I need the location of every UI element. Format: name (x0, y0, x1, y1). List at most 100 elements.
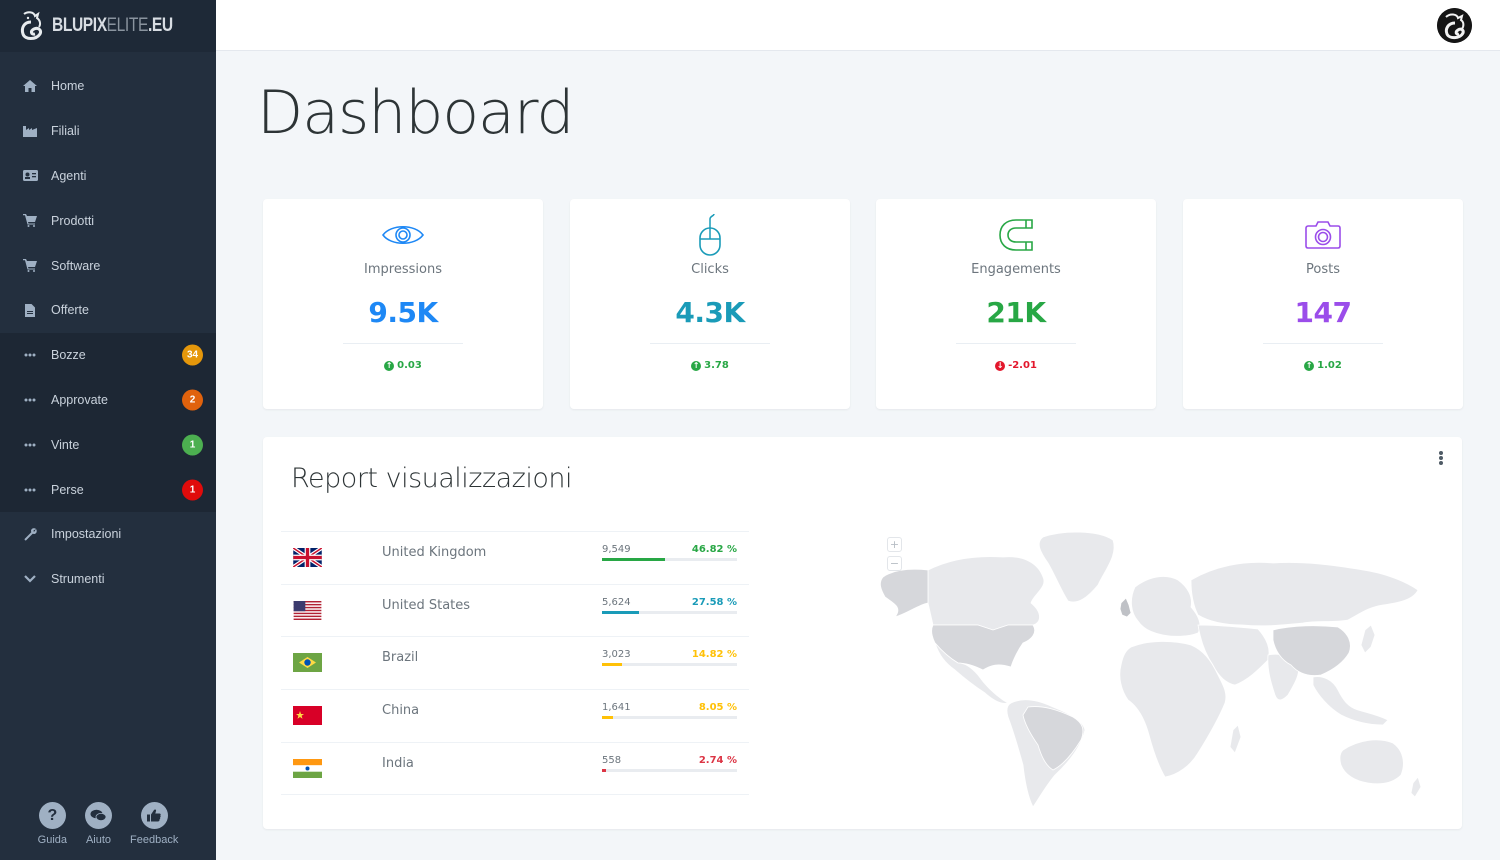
question-icon: ? (38, 802, 66, 829)
map-zoom-in-button[interactable]: + (887, 537, 902, 552)
country-count: 9,549 (602, 544, 631, 555)
sidebar-item-label: Approvate (51, 392, 108, 407)
sidebar-group-offerte: Bozze 34 Approvate 2 Vinte 1 Perse 1 (0, 332, 216, 512)
stat-value: 4.3K (675, 296, 745, 329)
dragon-logo-icon (1437, 8, 1472, 43)
flag-china-icon (293, 706, 322, 726)
delta-value: 0.03 (397, 360, 422, 371)
sidebar-item-label: Prodotti (51, 213, 95, 228)
country-percent: 27.58 % (691, 596, 737, 608)
country-name: Brazil (382, 650, 419, 666)
map-alaska (879, 568, 929, 618)
stat-delta: ↓ -2.01 (876, 360, 1156, 371)
brand-logo[interactable]: BLUPIXELITE.EU (0, 0, 216, 52)
feedback-label: Feedback (130, 834, 179, 846)
flag-uk-icon (293, 548, 322, 567)
stat-value: 147 (1294, 296, 1352, 329)
flag-us-icon (293, 600, 322, 620)
progress-fill (602, 663, 622, 667)
guida-button[interactable]: ? Guida (38, 802, 67, 846)
sidebar-item-label: Vinte (51, 437, 80, 452)
report-card: Report visualizzazioni United Kingdom 9,… (263, 437, 1462, 829)
table-row: China 1,641 8.05 % (281, 690, 749, 743)
stat-delta: ↑ 1.02 (1183, 360, 1463, 371)
country-count: 3,023 (602, 649, 631, 661)
sidebar-item-label: Home (51, 79, 85, 94)
progress-fill (602, 558, 666, 561)
stat-card-engagements: Engagements 21K ↓ -2.01 (876, 199, 1156, 409)
more-options-icon[interactable] (1436, 450, 1446, 466)
sidebar-item-impostazioni[interactable]: Impostazioni (0, 512, 216, 557)
sidebar-item-perse[interactable]: Perse 1 (0, 467, 216, 512)
country-count: 1,641 (602, 702, 631, 714)
brand-name: BLUPIXELITE.EU (52, 15, 174, 36)
sidebar-footer: ? Guida Aiuto Feedback (0, 802, 216, 846)
camera-icon (1301, 215, 1345, 255)
count-badge: 1 (182, 434, 203, 456)
country-count: 558 (602, 754, 622, 766)
flag-brazil-icon (293, 653, 322, 673)
map-new-zealand (1410, 776, 1422, 798)
stat-delta: ↑ 0.03 (263, 360, 543, 371)
sidebar-item-home[interactable]: Home (0, 64, 216, 109)
progress-fill (602, 610, 640, 614)
map-madagascar (1229, 724, 1242, 754)
progress-bar (602, 558, 737, 561)
map-australia (1339, 739, 1404, 785)
stat-label: Posts (1306, 262, 1340, 277)
feedback-button[interactable]: Feedback (130, 802, 178, 846)
sidebar-item-filiali[interactable]: Filiali (0, 109, 216, 154)
sidebar-item-label: Bozze (51, 348, 86, 363)
report-title: Report visualizzazioni (291, 463, 573, 494)
country-percent: 14.82 % (691, 649, 737, 661)
sidebar-item-vinte[interactable]: Vinte 1 (0, 422, 216, 467)
sidebar-item-bozze[interactable]: Bozze 34 (0, 333, 216, 378)
progress-fill (602, 768, 606, 772)
stat-label: Clicks (691, 262, 729, 277)
country-table: United Kingdom 9,549 46.82 % United Stat… (281, 531, 749, 796)
eye-icon (381, 215, 425, 255)
user-avatar[interactable] (1437, 8, 1472, 43)
world-map[interactable]: + − (873, 525, 1443, 815)
ellipsis-icon (22, 483, 38, 497)
sidebar-item-strumenti[interactable]: Strumenti (0, 557, 216, 602)
ellipsis-icon (22, 393, 38, 407)
map-japan (1360, 624, 1376, 654)
map-uk (1119, 597, 1132, 618)
world-map-graphic (879, 531, 1422, 808)
stat-value: 9.5K (368, 296, 438, 329)
sidebar: BLUPIXELITE.EU Home Filiali Agenti Prodo… (0, 0, 216, 860)
sidebar-item-approvate[interactable]: Approvate 2 (0, 378, 216, 423)
divider (1263, 343, 1383, 344)
sidebar-item-label: Impostazioni (51, 527, 122, 542)
sidebar-nav-bottom: Impostazioni Strumenti (0, 512, 216, 602)
table-row: United Kingdom 9,549 46.82 % (281, 532, 749, 585)
divider (650, 343, 770, 344)
id-card-icon (22, 169, 38, 183)
country-percent: 2.74 % (698, 754, 737, 766)
sidebar-item-agenti[interactable]: Agenti (0, 154, 216, 199)
map-greenland (1038, 531, 1115, 603)
mouse-icon (688, 214, 732, 256)
sidebar-item-prodotti[interactable]: Prodotti (0, 198, 216, 243)
aiuto-label: Aiuto (85, 834, 112, 846)
country-percent: 46.82 % (691, 544, 737, 555)
map-se-asia (1312, 676, 1389, 726)
sidebar-item-label: Filiali (51, 124, 80, 139)
stat-card-impressions: Impressions 9.5K ↑ 0.03 (263, 199, 543, 409)
aiuto-button[interactable]: Aiuto (85, 802, 113, 846)
country-percent: 8.05 % (698, 702, 737, 714)
sidebar-nav: Home Filiali Agenti Prodotti Software Of… (0, 64, 216, 333)
sidebar-item-label: Strumenti (51, 572, 105, 587)
stat-label: Impressions (364, 262, 442, 277)
sidebar-item-software[interactable]: Software (0, 243, 216, 288)
ellipsis-icon (22, 438, 38, 452)
arrow-down-icon: ↓ (995, 360, 1006, 371)
stat-card-clicks: Clicks 4.3K ↑ 3.78 (570, 199, 850, 409)
sidebar-item-offerte[interactable]: Offerte (0, 288, 216, 333)
map-zoom-out-button[interactable]: − (887, 556, 902, 571)
country-name: United States (382, 597, 471, 613)
map-africa (1119, 641, 1227, 778)
stat-delta: ↑ 3.78 (570, 360, 850, 371)
sidebar-item-label: Agenti (51, 168, 87, 183)
